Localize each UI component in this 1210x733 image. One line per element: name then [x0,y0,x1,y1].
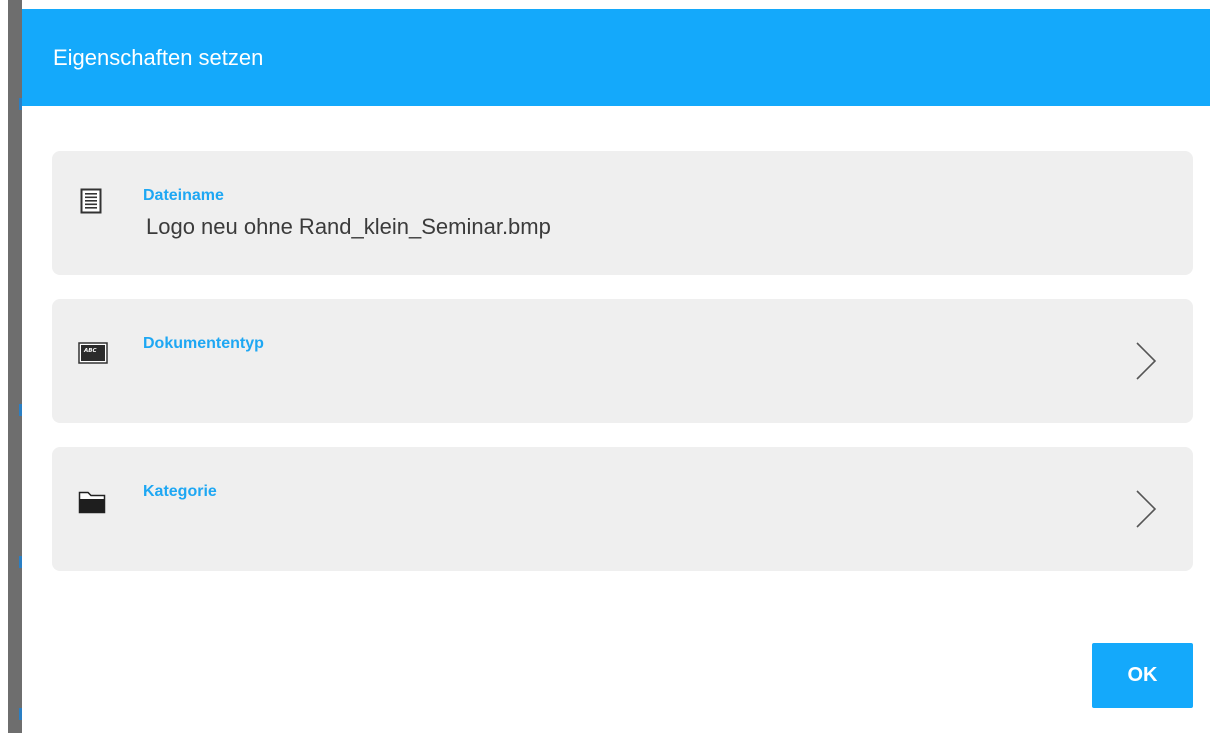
chevron-right-icon[interactable] [1134,489,1158,529]
dialog-header: Eigenschaften setzen [22,9,1210,106]
category-field[interactable]: Kategorie [52,447,1193,571]
document-lines-icon [80,188,102,214]
properties-dialog: Eigenschaften setzen Dateiname Logo neu … [22,9,1210,733]
dialog-title: Eigenschaften setzen [53,45,264,70]
category-label: Kategorie [143,483,217,500]
filename-label: Dateiname [143,187,224,204]
filename-field[interactable]: Dateiname Logo neu ohne Rand_klein_Semin… [52,151,1193,275]
document-type-label: Dokumententyp [143,335,264,352]
background-app-edge [0,0,22,733]
abc-icon-text: ABC [83,348,97,354]
filename-value[interactable]: Logo neu ohne Rand_klein_Seminar.bmp [146,214,551,240]
ok-button[interactable]: OK [1092,643,1193,708]
abc-document-type-icon: ABC [78,342,108,364]
folder-icon [78,491,106,514]
document-type-field[interactable]: ABC Dokumententyp [52,299,1193,423]
chevron-right-icon[interactable] [1134,341,1158,381]
